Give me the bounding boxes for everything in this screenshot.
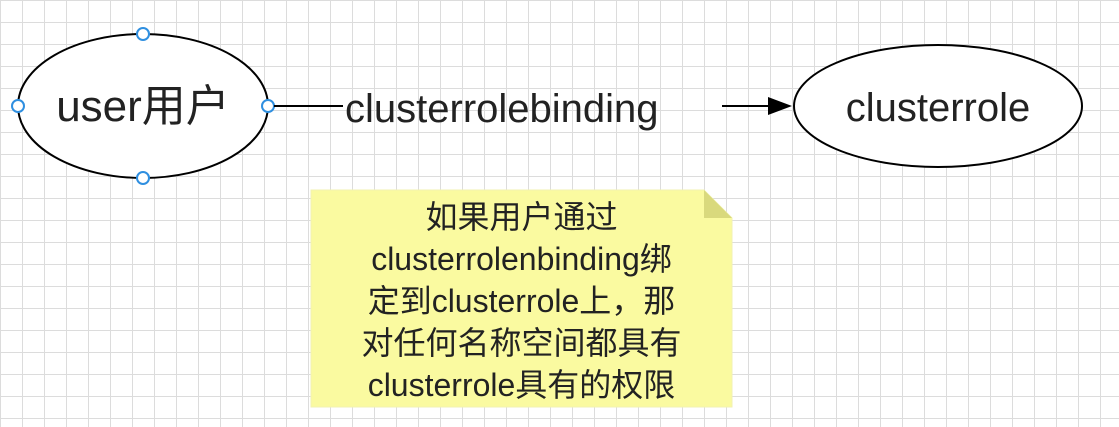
note-line: 对任何名称空间都具有 <box>361 325 682 361</box>
note-line: 定到clusterrole上，那 <box>367 283 676 319</box>
diagram-canvas: { "nodes": { "user": { "label": "user用户"… <box>0 0 1119 427</box>
note: 如果用户通过 clusterrolenbinding绑 定到clusterrol… <box>311 190 732 407</box>
cluster-role-node-label: clusterrole <box>845 86 1031 130</box>
note-text: 如果用户通过 clusterrolenbinding绑 定到clusterrol… <box>311 196 732 406</box>
note-line: 如果用户通过 <box>425 199 618 235</box>
arrowhead-icon <box>768 97 792 115</box>
selection-handle-top[interactable] <box>136 27 150 41</box>
user-node-label: user用户 <box>56 82 230 131</box>
selection-handle-bottom[interactable] <box>136 171 150 185</box>
note-line: clusterrole具有的权限 <box>367 367 676 403</box>
note-line: clusterrolenbinding绑 <box>371 241 672 277</box>
edge-label: clusterrolebinding <box>345 87 659 131</box>
